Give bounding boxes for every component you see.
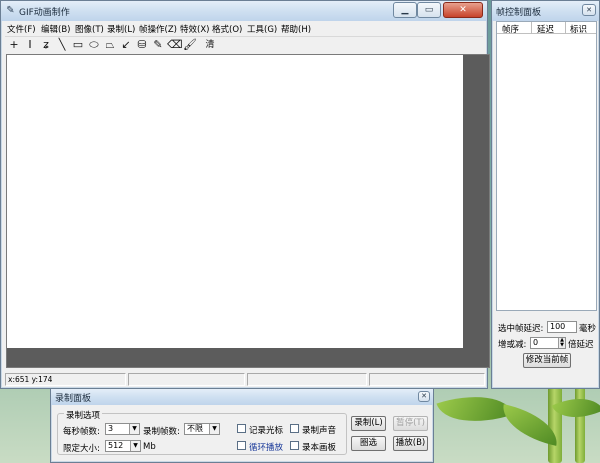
eyedropper-icon[interactable]: ✎ xyxy=(151,38,165,52)
frames-label: 录制帧数: xyxy=(143,427,180,437)
crosshair-icon[interactable]: + xyxy=(7,38,21,52)
eraser-icon[interactable]: ⌫ xyxy=(167,38,183,52)
menu-format[interactable]: 格式(O) xyxy=(212,23,242,35)
stepper-arrows-icon[interactable]: ▲ ▼ xyxy=(558,338,565,348)
play-button[interactable]: 播放(B) xyxy=(393,436,428,451)
close-button[interactable]: ✕ xyxy=(443,2,483,18)
status-coordinates: x:651 y:174 xyxy=(5,373,126,386)
fill-bucket-icon[interactable]: ⛁ xyxy=(135,38,149,52)
loop-play-label: 循环播放 xyxy=(249,443,284,453)
menu-edit[interactable]: 编辑(B) xyxy=(41,23,70,35)
record-sound-label: 录制声音 xyxy=(302,426,337,436)
chevron-down-icon[interactable]: ▼ xyxy=(130,441,140,451)
record-options-label: 录制选项 xyxy=(64,409,103,421)
frame-delay-unit: 毫秒 xyxy=(579,324,597,334)
canvas-area xyxy=(6,54,490,368)
fps-select[interactable]: 3 ▼ xyxy=(105,423,140,435)
status-cell xyxy=(128,373,245,386)
pause-button[interactable]: 暂停(T) xyxy=(393,416,428,431)
bamboo-leaf xyxy=(436,382,514,436)
chevron-down-icon[interactable]: ▼ xyxy=(129,424,139,434)
adjust-label: 增或减: xyxy=(498,340,527,350)
column-tag[interactable]: 标识 xyxy=(570,23,587,35)
adjust-unit: 倍延迟 xyxy=(568,340,594,350)
menu-file[interactable]: 文件(F) xyxy=(7,23,36,35)
minimize-button[interactable]: ▁ xyxy=(393,2,417,18)
frame-delay-input[interactable]: 100 xyxy=(547,321,577,333)
clear-button[interactable]: 清 xyxy=(203,38,217,52)
polygon-icon[interactable]: ⏢ xyxy=(103,38,117,52)
status-cell xyxy=(247,373,367,386)
record-button[interactable]: 录制(L) xyxy=(351,416,386,431)
frame-control-panel: 帧控制面板 ✕ 帧序 延迟 标识 选中帧延迟: 100 毫秒 增或减: 0 ▲ ▼… xyxy=(491,0,600,389)
limit-value: 512 xyxy=(108,441,124,450)
frame-panel-title-bar[interactable]: 帧控制面板 ✕ xyxy=(492,1,599,21)
menu-bar: 文件(F) 编辑(B) 图像(T) 录制(L) 帧操作(Z) 特效(X) 格式(… xyxy=(5,21,483,36)
draw-toolbar: + I ʑ ╲ ▭ ⬭ ⏢ ↙ ⛁ ✎ ⌫ 🖌 清 xyxy=(5,36,483,52)
select-region-button[interactable]: 圈选 xyxy=(351,436,386,451)
frames-value: 不限 xyxy=(187,424,203,433)
ellipse-icon[interactable]: ⬭ xyxy=(87,38,101,52)
frame-panel-title: 帧控制面板 xyxy=(496,8,542,18)
status-bar: x:651 y:174 xyxy=(5,373,485,387)
record-panel-title: 录制面板 xyxy=(55,394,92,404)
frame-list-header: 帧序 延迟 标识 xyxy=(497,22,596,35)
menu-tools[interactable]: 工具(G) xyxy=(247,23,277,35)
app-icon: ✎ xyxy=(6,5,15,16)
menu-image[interactable]: 图像(T) xyxy=(75,23,104,35)
drawing-canvas[interactable] xyxy=(7,55,463,348)
record-cursor-label: 记录光标 xyxy=(249,426,284,436)
line-icon[interactable]: ╲ xyxy=(55,38,69,52)
column-frame-order[interactable]: 帧序 xyxy=(502,23,519,35)
menu-record[interactable]: 录制(L) xyxy=(107,23,135,35)
status-cell xyxy=(369,373,485,386)
rectangle-icon[interactable]: ▭ xyxy=(71,38,85,52)
modify-frame-button[interactable]: 修改当前帧 xyxy=(523,353,571,368)
record-local-checkbox[interactable] xyxy=(290,441,299,450)
record-panel: 录制面板 ✕ 录制选项 每秒帧数: 3 ▼ 录制帧数: 不限 ▼ 限定大小: 5… xyxy=(50,388,434,463)
arrow-icon[interactable]: ↙ xyxy=(119,38,133,52)
main-title-bar[interactable]: ✎ GIF动画制作 ▁ ▭ ✕ xyxy=(1,1,487,21)
main-window-title: GIF动画制作 xyxy=(19,8,70,18)
record-cursor-checkbox[interactable] xyxy=(237,424,246,433)
record-panel-title-bar[interactable]: 录制面板 ✕ xyxy=(51,389,433,405)
curve-icon[interactable]: ʑ xyxy=(39,38,53,52)
limit-select[interactable]: 512 ▼ xyxy=(105,440,141,452)
frame-delay-label: 选中帧延迟: xyxy=(498,324,544,334)
record-local-label: 录本画板 xyxy=(302,443,337,453)
text-cursor-icon[interactable]: I xyxy=(23,38,37,52)
limit-unit: Mb xyxy=(143,442,156,452)
frame-list[interactable]: 帧序 延迟 标识 xyxy=(496,21,597,311)
frames-select[interactable]: 不限 ▼ xyxy=(184,423,220,435)
main-window: ✎ GIF动画制作 ▁ ▭ ✕ 文件(F) 编辑(B) 图像(T) 录制(L) … xyxy=(0,0,490,389)
record-sound-checkbox[interactable] xyxy=(290,424,299,433)
menu-frame-ops[interactable]: 帧操作(Z) xyxy=(139,23,177,35)
limit-label: 限定大小: xyxy=(63,444,100,454)
record-panel-close-button[interactable]: ✕ xyxy=(418,391,430,402)
column-delay[interactable]: 延迟 xyxy=(537,23,554,35)
fps-label: 每秒帧数: xyxy=(63,427,100,437)
frame-panel-close-button[interactable]: ✕ xyxy=(582,4,596,16)
menu-effects[interactable]: 特效(X) xyxy=(180,23,209,35)
menu-help[interactable]: 帮助(H) xyxy=(281,23,311,35)
fps-value: 3 xyxy=(108,424,114,433)
chevron-down-icon[interactable]: ▼ xyxy=(209,424,219,434)
brush-icon[interactable]: 🖌 xyxy=(183,38,197,52)
adjust-stepper[interactable]: 0 ▲ ▼ xyxy=(530,337,566,349)
maximize-button[interactable]: ▭ xyxy=(417,2,441,18)
loop-play-checkbox[interactable] xyxy=(237,441,246,450)
adjust-value: 0 xyxy=(533,338,539,347)
